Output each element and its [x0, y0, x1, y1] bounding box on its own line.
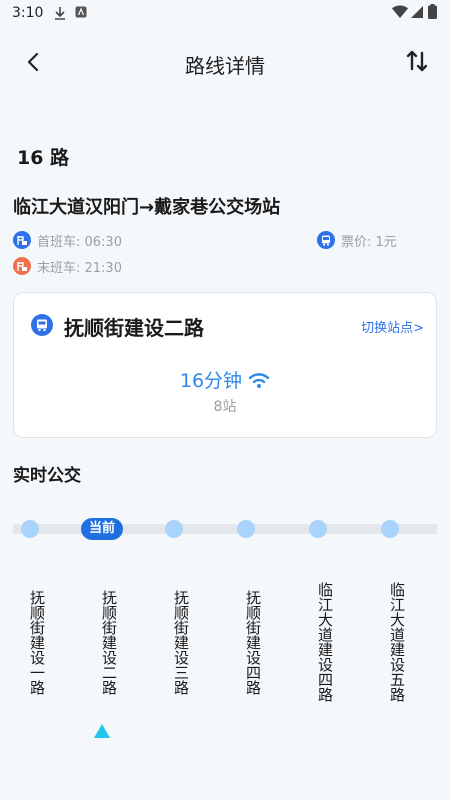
stop-label: 临江大道建设五路	[388, 582, 406, 702]
wifi-icon	[392, 5, 408, 18]
stop-dot	[21, 520, 39, 538]
arrival-eta: 16分钟	[14, 366, 436, 393]
page-title: 路线详情	[185, 54, 265, 78]
stop-label: 抚顺街建设四路	[244, 589, 262, 695]
first-bus-row: 首班车: 06:30	[13, 230, 122, 250]
bus-stop-icon	[31, 314, 53, 336]
stop-label: 抚顺街建设一路	[28, 589, 46, 695]
swap-direction-icon[interactable]	[404, 48, 430, 74]
realtime-title: 实时公交	[13, 466, 81, 486]
status-time: 3:10	[12, 5, 44, 21]
current-stop-card: 抚顺街建设二路 切换站点> 16分钟 8站	[13, 292, 437, 438]
stop-label: 抚顺街建设三路	[172, 589, 190, 695]
status-bar: 3:10	[0, 0, 450, 26]
signal-icon	[411, 6, 423, 18]
download-icon	[55, 7, 65, 20]
fare-row: 票价: 1元	[317, 230, 397, 250]
current-badge: 当前	[81, 518, 123, 540]
current-marker-icon	[94, 724, 110, 738]
realtime-signal-icon	[248, 372, 270, 388]
stop-dot	[237, 520, 255, 538]
stop-label: 抚顺街建设二路	[100, 589, 118, 695]
battery-icon	[428, 4, 437, 19]
bus-fare-icon	[317, 231, 335, 249]
first-bus-icon	[13, 231, 31, 249]
last-bus-icon	[13, 257, 31, 275]
app-notification-icon	[75, 6, 87, 18]
header: 路线详情	[0, 40, 450, 84]
station-count: 8站	[213, 399, 237, 415]
last-bus-time: 末班车: 21:30	[37, 260, 122, 276]
switch-stop-link[interactable]: 切换站点>	[361, 317, 424, 336]
stop-label: 临江大道建设四路	[316, 582, 334, 702]
stop-name: 抚顺街建设二路	[64, 316, 204, 340]
route-direction: 临江大道汉阳门→戴家巷公交场站	[13, 197, 281, 218]
first-bus-time: 首班车: 06:30	[37, 234, 122, 250]
stop-dot	[381, 520, 399, 538]
route-track	[13, 524, 437, 534]
stop-dot	[165, 520, 183, 538]
stop-dot	[309, 520, 327, 538]
last-bus-row: 末班车: 21:30	[13, 256, 122, 276]
eta-text: 16分钟	[179, 370, 243, 392]
route-number: 16 路	[17, 147, 70, 169]
fare-text: 票价: 1元	[341, 234, 397, 250]
